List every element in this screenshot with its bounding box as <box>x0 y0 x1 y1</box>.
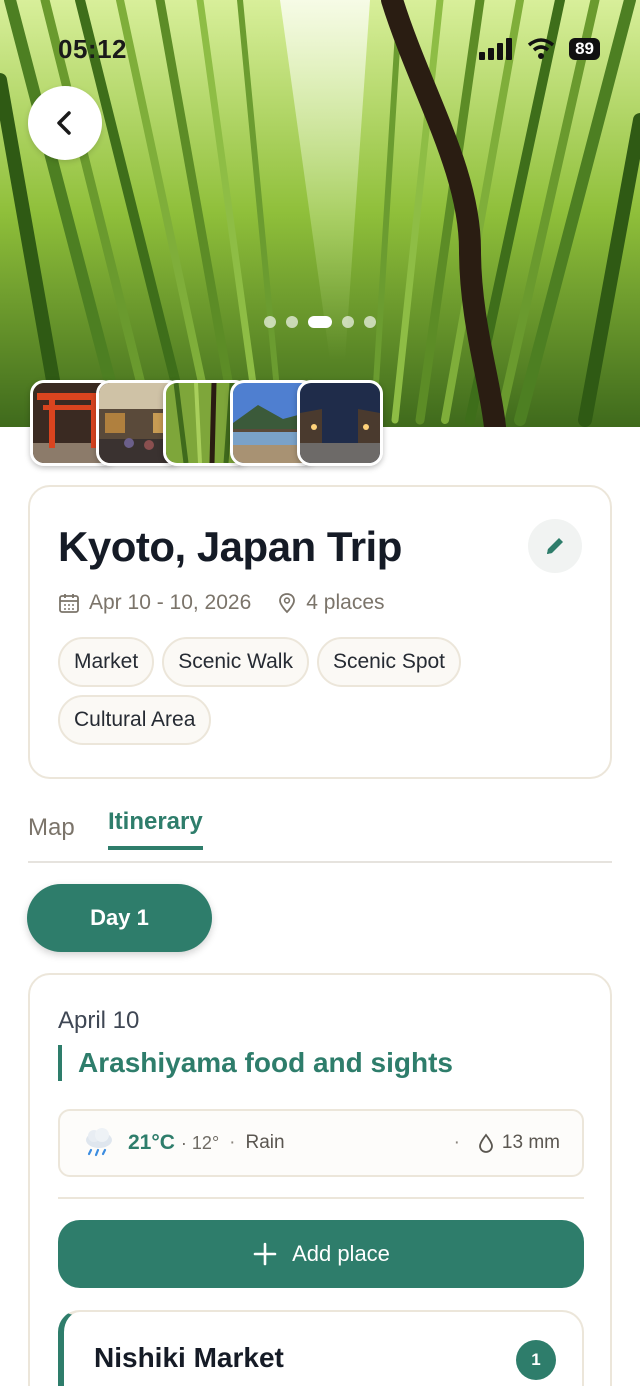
tab-itinerary[interactable]: Itinerary <box>108 808 203 850</box>
carousel-dot[interactable] <box>264 316 276 328</box>
status-time: 05:12 <box>58 34 127 64</box>
place-name: Nishiki Market <box>94 1342 284 1373</box>
cellular-signal-icon <box>479 38 513 60</box>
carousel-dot-active[interactable] <box>308 316 332 328</box>
trip-dates-text: Apr 10 - 10, 2026 <box>89 591 252 614</box>
status-icons: 89 <box>479 38 600 60</box>
day-theme: Arashiyama food and sights <box>58 1045 453 1081</box>
tag-chip[interactable]: Scenic Spot <box>316 637 462 687</box>
map-pin-icon <box>279 593 296 614</box>
trip-meta: Apr 10 - 10, 2026 4 places <box>58 591 411 615</box>
battery-indicator: 89 <box>569 38 600 60</box>
day-1-button[interactable]: Day 1 <box>27 884 212 952</box>
tag-chip[interactable]: Cultural Area <box>58 695 212 745</box>
wifi-icon <box>527 38 555 59</box>
trip-places: 4 places <box>277 591 385 615</box>
divider <box>58 1197 584 1199</box>
trip-places-text: 4 places <box>306 591 385 614</box>
water-drop-icon <box>479 1133 493 1153</box>
trip-title: Kyoto, Japan Trip <box>58 523 402 570</box>
night-street-photo <box>300 383 380 463</box>
edit-trip-button[interactable] <box>528 519 582 573</box>
carousel-dot[interactable] <box>286 316 298 328</box>
back-button[interactable] <box>28 86 102 160</box>
trip-summary-card: Kyoto, Japan Trip Apr 10 - 10, 2026 4 pl <box>28 485 612 779</box>
carousel-dot[interactable] <box>342 316 354 328</box>
weather-summary: 21°C · 12° · Rain · 13 mm <box>58 1109 584 1177</box>
tag-chip[interactable]: Market <box>58 637 155 687</box>
place-order-badge: 1 <box>516 1340 556 1380</box>
plus-icon <box>253 1242 277 1266</box>
add-place-button[interactable]: Add place <box>58 1220 584 1288</box>
hero-image: 05:12 89 <box>0 0 640 427</box>
precip-amount: 13 mm <box>501 1132 560 1153</box>
tag-chip[interactable]: Scenic Walk <box>162 637 309 687</box>
weather-separator: · <box>229 1132 236 1153</box>
rain-cloud-icon <box>86 1128 112 1157</box>
precip-separator: · <box>453 1132 460 1153</box>
pencil-icon <box>547 538 563 554</box>
calendar-icon <box>59 594 79 613</box>
tab-map[interactable]: Map <box>28 814 75 842</box>
view-tabs: Map Itinerary <box>28 800 612 863</box>
day-card: April 10 Arashiyama food and sights 21°C… <box>28 973 612 1386</box>
carousel-dot[interactable] <box>364 316 376 328</box>
weather-condition: Rain <box>245 1132 285 1153</box>
trip-tags: Market Scenic Walk Scenic Spot Cultural … <box>58 637 598 745</box>
add-place-label: Add place <box>292 1241 390 1266</box>
weather-precip: · 13 mm <box>444 1132 560 1154</box>
photo-thumbnails <box>30 380 390 466</box>
chevron-left-icon <box>57 111 71 135</box>
thumbnail-night-street[interactable] <box>297 380 383 466</box>
weather-low: · 12° <box>180 1132 220 1153</box>
carousel-indicator[interactable] <box>0 316 640 328</box>
day-date: April 10 <box>58 1007 140 1034</box>
place-card[interactable]: Nishiki Market 1 <box>58 1310 584 1386</box>
weather-high: 21°C <box>128 1131 175 1154</box>
trip-dates: Apr 10 - 10, 2026 <box>58 591 251 615</box>
